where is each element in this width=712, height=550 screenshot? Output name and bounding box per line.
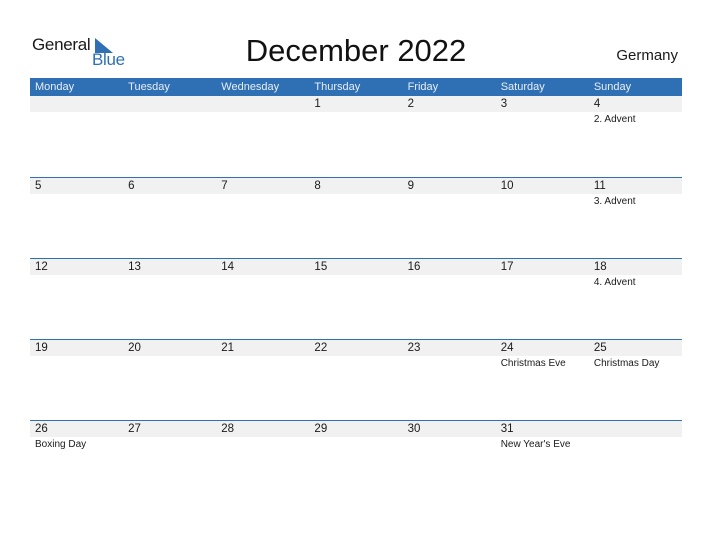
day-cell: 22	[309, 340, 402, 370]
day-number: 12	[35, 261, 48, 273]
day-number: 2	[407, 98, 414, 110]
day-cell: 10	[496, 178, 589, 208]
week-cells: 5 6 7 8 9 10 11 3. Advent	[30, 178, 682, 208]
country-label: Germany	[616, 47, 678, 64]
holiday-label: New Year's Eve	[500, 439, 571, 450]
day-number: 1	[314, 98, 321, 110]
day-cell: 26 Boxing Day	[30, 421, 123, 451]
week-row: 19 20 21 22 23 24 Christmas Eve 25 Christmas Day	[30, 339, 682, 421]
day-number: 22	[314, 342, 328, 354]
day-cell: 1	[309, 96, 402, 126]
day-number: 29	[314, 423, 328, 435]
day-number	[221, 96, 309, 112]
day-number: 7	[221, 180, 228, 192]
day-cell	[123, 96, 216, 126]
week-row: 1 2 3 4 2. Advent	[30, 96, 682, 177]
day-cell: 17	[496, 259, 589, 289]
weekday-saturday: Saturday	[500, 81, 545, 93]
day-number: 6	[128, 180, 135, 192]
day-cell: 5	[30, 178, 123, 208]
day-cell	[216, 96, 309, 126]
day-cell: 6	[123, 178, 216, 208]
week-cells: 12 13 14 15 16 17 18 4. Advent	[30, 259, 682, 289]
day-cell	[589, 421, 682, 451]
day-cell: 31 New Year's Eve	[496, 421, 589, 451]
weekday-thursday: Thursday	[314, 81, 361, 93]
day-number: 30	[407, 423, 421, 435]
day-number: 20	[128, 342, 141, 354]
day-cell: 28	[216, 421, 309, 451]
day-number: 25	[593, 342, 607, 354]
day-number: 28	[221, 423, 235, 435]
day-cell: 19	[30, 340, 123, 370]
holiday-label: 2. Advent	[593, 114, 636, 125]
weekday-tuesday: Tuesday	[128, 81, 170, 93]
holiday-label: Christmas Eve	[500, 358, 566, 369]
week-row: 12 13 14 15 16 17 18 4. Advent	[30, 258, 682, 340]
day-cell: 30	[403, 421, 496, 451]
week-row: 26 Boxing Day 27 28 29 30 31 New Year's Eve	[30, 420, 682, 502]
day-number: 10	[500, 180, 514, 192]
weekday-monday: Monday	[35, 81, 75, 93]
day-number: 4	[593, 98, 601, 110]
day-cell: 4 2. Advent	[589, 96, 682, 126]
day-number	[35, 96, 123, 112]
day-number: 18	[593, 261, 607, 273]
day-number: 15	[314, 261, 328, 273]
weekday-sunday: Sunday	[593, 81, 632, 93]
day-number: 19	[35, 342, 48, 354]
day-number: 14	[221, 261, 235, 273]
day-number: 5	[35, 180, 42, 192]
day-cell: 8	[309, 178, 402, 208]
day-number: 31	[500, 423, 514, 435]
day-number: 16	[407, 261, 421, 273]
day-cell: 2	[403, 96, 496, 126]
day-number: 21	[221, 342, 235, 354]
holiday-label: Boxing Day	[35, 439, 87, 450]
day-number: 24	[500, 342, 514, 354]
day-number: 27	[128, 423, 141, 435]
day-cell: 18 4. Advent	[589, 259, 682, 289]
day-number: 3	[500, 98, 508, 110]
day-cell: 15	[309, 259, 402, 289]
day-cell: 24 Christmas Eve	[496, 340, 589, 370]
week-row: 5 6 7 8 9 10 11 3. Advent	[30, 177, 682, 259]
day-cell: 13	[123, 259, 216, 289]
day-cell: 9	[403, 178, 496, 208]
day-cell	[30, 96, 123, 126]
day-number: 23	[407, 342, 421, 354]
day-cell: 16	[403, 259, 496, 289]
day-number: 11	[593, 180, 606, 192]
holiday-label: 4. Advent	[593, 277, 636, 288]
day-number: 26	[35, 423, 48, 435]
week-cells: 1 2 3 4 2. Advent	[30, 96, 682, 126]
calendar-title: December 2022	[245, 33, 467, 68]
week-cells: 19 20 21 22 23 24 Christmas Eve 25 Christmas Day	[30, 340, 682, 370]
weekday-wednesday: Wednesday	[221, 81, 280, 93]
day-number: 13	[128, 261, 141, 273]
day-number	[128, 96, 216, 112]
day-cell: 25 Christmas Day	[589, 340, 682, 370]
holiday-label: Christmas Day	[593, 358, 660, 369]
day-number: 9	[407, 180, 414, 192]
day-cell: 23	[403, 340, 496, 370]
day-cell: 21	[216, 340, 309, 370]
week-cells: 26 Boxing Day 27 28 29 30 31 New Year's Eve	[30, 421, 682, 451]
weekday-friday: Friday	[407, 81, 439, 93]
weekday-header: Monday Tuesday Wednesday Thursday Friday…	[30, 78, 682, 96]
day-number: 17	[500, 261, 514, 273]
day-number: 8	[314, 180, 321, 192]
day-cell: 27	[123, 421, 216, 451]
day-cell: 14	[216, 259, 309, 289]
holiday-label: 3. Advent	[593, 196, 636, 207]
day-number	[594, 421, 682, 437]
day-cell: 11 3. Advent	[589, 178, 682, 208]
day-cell: 20	[123, 340, 216, 370]
day-cell: 3	[496, 96, 589, 126]
day-cell: 29	[309, 421, 402, 451]
day-cell: 7	[216, 178, 309, 208]
day-cell: 12	[30, 259, 123, 289]
